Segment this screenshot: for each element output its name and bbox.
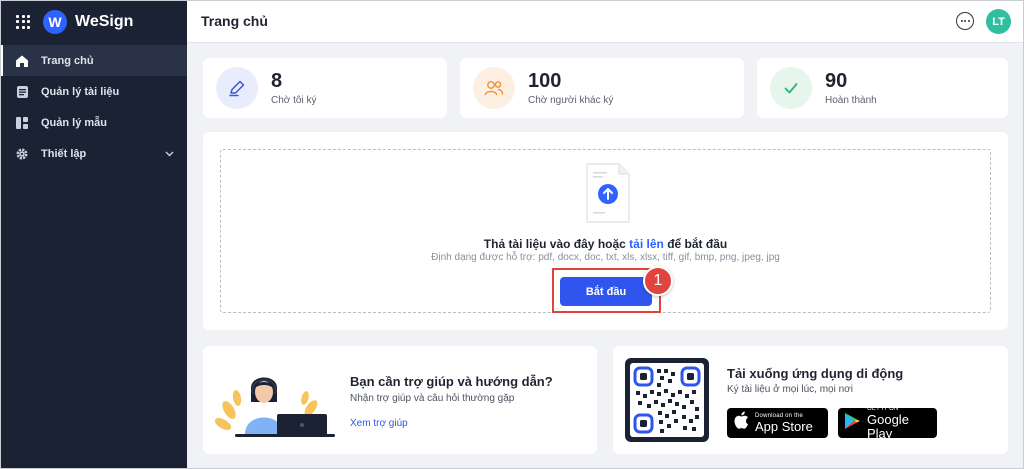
view-help-link[interactable]: Xem trợ giúp bbox=[350, 418, 408, 429]
apple-icon bbox=[733, 411, 749, 435]
template-icon bbox=[14, 115, 30, 131]
sidebar-item-documents[interactable]: Quản lý tài liệu bbox=[0, 76, 187, 107]
sidebar-nav: Trang chủ Quản lý tài liệu Quản lý mẫu T… bbox=[0, 45, 187, 169]
mobile-app-card: Tải xuống ứng dụng di động Ký tài liệu ở… bbox=[613, 346, 1008, 454]
sidebar-item-label: Quản lý tài liệu bbox=[41, 85, 120, 98]
stat-card-waiting-others[interactable]: 100 Chờ người khác ký bbox=[460, 58, 744, 118]
supported-formats: Định dạng được hỗ trợ: pdf, docx, doc, t… bbox=[431, 252, 780, 263]
mobile-app-title: Tải xuống ứng dụng di động bbox=[727, 366, 904, 381]
stat-value: 8 bbox=[271, 70, 283, 92]
upload-card: Thả tài liệu vào đây hoặc tải lên để bắt… bbox=[203, 132, 1008, 330]
help-title: Bạn cần trợ giúp và hướng dẫn? bbox=[350, 374, 553, 389]
stat-label: Chờ người khác ký bbox=[528, 95, 614, 106]
stat-card-waiting-me[interactable]: 8 Chờ tôi ký bbox=[203, 58, 447, 118]
sidebar-item-settings[interactable]: Thiết lập bbox=[0, 138, 187, 169]
stat-value: 90 bbox=[825, 70, 848, 92]
sidebar-item-label: Thiết lập bbox=[41, 147, 87, 160]
more-options-icon[interactable] bbox=[956, 12, 974, 30]
pen-icon bbox=[216, 67, 258, 109]
app-grid-icon[interactable] bbox=[16, 14, 30, 29]
brand-name: WeSign bbox=[75, 12, 134, 30]
document-icon bbox=[14, 84, 30, 100]
qr-code bbox=[625, 358, 709, 442]
sidebar-item-label: Quản lý mẫu bbox=[41, 116, 108, 129]
google-play-button[interactable]: GET IT ON Google Play bbox=[838, 406, 937, 441]
users-icon bbox=[473, 67, 515, 109]
sidebar-item-home[interactable]: Trang chủ bbox=[0, 45, 187, 76]
help-subtitle: Nhận trợ giúp và câu hỏi thường gặp bbox=[350, 393, 515, 404]
drop-instructions: Thả tài liệu vào đây hoặc tải lên để bắt… bbox=[221, 237, 990, 251]
app-store-text: App Store bbox=[755, 418, 813, 434]
support-illustration bbox=[215, 377, 335, 437]
app-store-button[interactable]: Download on the App Store bbox=[727, 408, 828, 438]
stat-label: Hoàn thành bbox=[825, 95, 877, 106]
gear-icon bbox=[14, 146, 30, 162]
wesign-logo: W bbox=[43, 9, 67, 34]
mobile-app-subtitle: Ký tài liệu ở mọi lúc, mọi nơi bbox=[727, 384, 853, 395]
upload-document-icon bbox=[585, 162, 631, 229]
start-button[interactable]: Bắt đầu bbox=[560, 277, 652, 306]
help-card: Bạn cần trợ giúp và hướng dẫn? Nhận trợ … bbox=[203, 346, 597, 454]
file-dropzone[interactable]: Thả tài liệu vào đây hoặc tải lên để bắt… bbox=[220, 149, 991, 313]
page-title: Trang chủ bbox=[201, 13, 268, 29]
google-play-text: Google Play bbox=[867, 411, 909, 441]
sidebar-item-label: Trang chủ bbox=[41, 54, 94, 67]
stat-card-completed[interactable]: 90 Hoàn thành bbox=[757, 58, 1008, 118]
drop-instructions-text-end: để bắt đầu bbox=[663, 237, 728, 251]
sidebar: W WeSign Trang chủ Quản lý tài liệu Quản… bbox=[0, 0, 187, 469]
check-icon bbox=[770, 67, 812, 109]
top-bar: Trang chủ LT bbox=[187, 0, 1024, 43]
sidebar-item-templates[interactable]: Quản lý mẫu bbox=[0, 107, 187, 138]
upload-link[interactable]: tải lên bbox=[629, 237, 664, 251]
stat-label: Chờ tôi ký bbox=[271, 95, 317, 106]
avatar[interactable]: LT bbox=[986, 9, 1011, 34]
chevron-down-icon[interactable] bbox=[165, 148, 174, 160]
step-badge: 1 bbox=[643, 266, 673, 296]
google-play-icon bbox=[844, 412, 861, 435]
stat-value: 100 bbox=[528, 70, 562, 92]
home-icon bbox=[14, 53, 30, 69]
drop-instructions-text: Thả tài liệu vào đây hoặc bbox=[483, 237, 630, 251]
brand-bar: W WeSign bbox=[0, 0, 187, 43]
